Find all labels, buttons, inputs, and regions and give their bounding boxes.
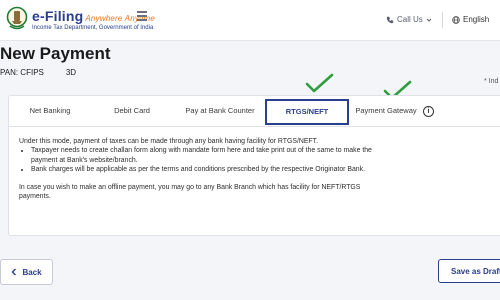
required-note: * Ind — [484, 78, 499, 85]
list-item: Taxpayer needs to create challan form al… — [31, 146, 389, 165]
tab-net-banking[interactable]: Net Banking — [9, 102, 91, 120]
phone-icon — [386, 16, 394, 23]
pan-suffix: 3D — [65, 68, 77, 77]
header-divider — [442, 12, 443, 28]
save-as-draft-button[interactable]: Save as Draft — [438, 259, 500, 283]
pan-label: PAN: CFIPS — [0, 68, 44, 77]
save-draft-label: Save as Draft — [451, 266, 500, 276]
back-label: Back — [22, 267, 42, 277]
page-title: New Payment — [0, 44, 111, 63]
language-dropdown[interactable]: English — [452, 15, 489, 24]
tab-debit-card[interactable]: Debit Card — [95, 102, 169, 120]
tab-payment-gateway[interactable]: Payment Gateway — [353, 102, 419, 120]
pan-number: PAN: CFIPS 3D — [0, 68, 76, 77]
offline-payment-note: In case you wish to make an offline paym… — [19, 183, 361, 201]
intro-text: Under this mode, payment of taxes can be… — [19, 138, 318, 145]
brand-subtitle: Income Tax Department, Government of Ind… — [32, 25, 154, 31]
payment-mode-tabs: Net Banking Debit Card Pay at Bank Count… — [9, 96, 500, 127]
brand-title: e-Filing — [32, 8, 84, 24]
back-button[interactable]: Back — [0, 259, 53, 285]
top-header: e-Filing Anywhere Anytime Income Tax Depa… — [0, 0, 500, 41]
instructions-list: Taxpayer needs to create challan form al… — [19, 146, 389, 174]
checkmark-icon — [305, 73, 334, 93]
tab-rtgs-neft[interactable]: RTGS/NEFT — [265, 99, 349, 125]
payment-mode-card: Net Banking Debit Card Pay at Bank Count… — [8, 95, 500, 236]
language-label: English — [463, 15, 490, 24]
menu-icon[interactable] — [137, 11, 147, 23]
emblem-icon — [6, 6, 28, 30]
info-icon[interactable]: i — [423, 106, 434, 117]
call-us-label: Call Us — [397, 15, 423, 24]
chevron-left-icon — [11, 268, 17, 276]
list-item: Bank charges will be applicable as per t… — [31, 165, 389, 174]
globe-icon — [452, 15, 460, 24]
chevron-down-icon — [426, 18, 432, 22]
rtgs-neft-content: Under this mode, payment of taxes can be… — [19, 137, 389, 201]
tab-pay-at-bank-counter[interactable]: Pay at Bank Counter — [175, 102, 265, 120]
call-us-dropdown[interactable]: Call Us — [386, 15, 432, 24]
